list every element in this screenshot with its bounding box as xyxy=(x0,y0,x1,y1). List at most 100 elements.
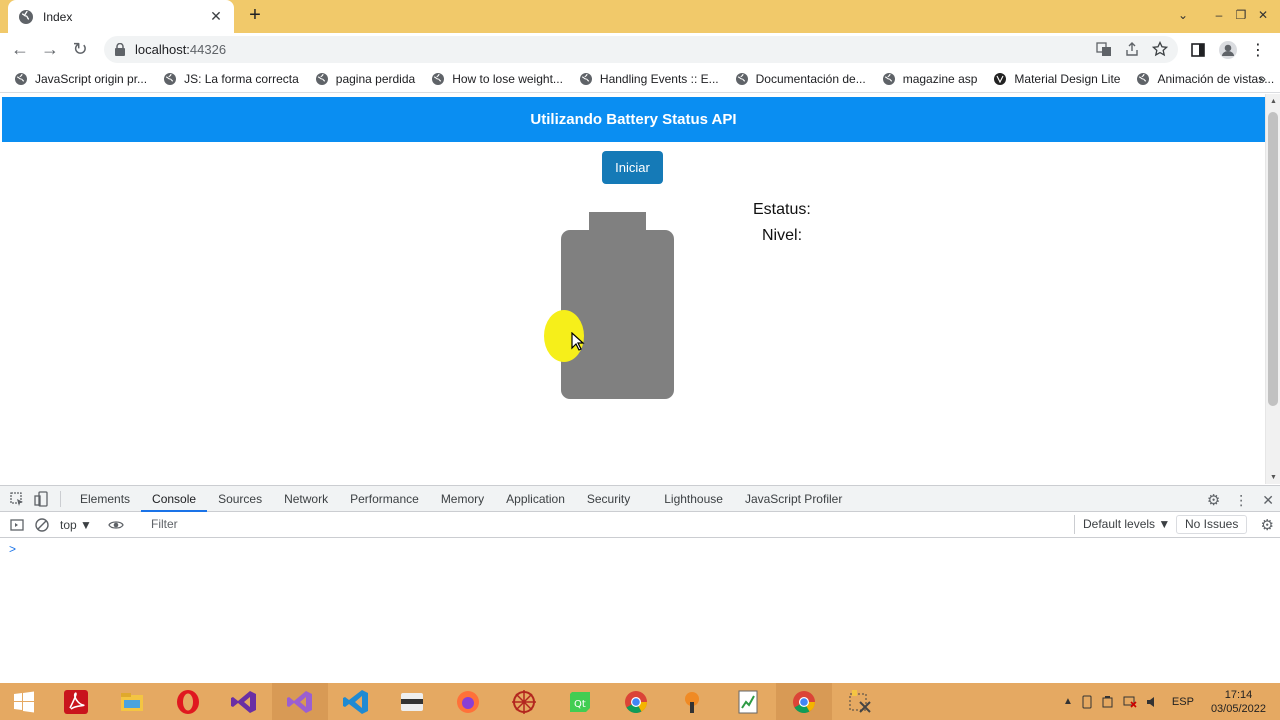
eye-icon[interactable] xyxy=(108,517,124,533)
visual-studio-preview-app-icon[interactable] xyxy=(272,683,328,720)
sidebar-toggle-icon[interactable] xyxy=(9,517,25,533)
console-toolbar: top ▼ Filter Default levels ▼ No Issues … xyxy=(0,512,1280,538)
bookmarks-overflow-icon[interactable]: » xyxy=(1259,71,1266,86)
tab-network[interactable]: Network xyxy=(273,486,339,512)
console-settings-icon[interactable]: ⚙ xyxy=(1261,516,1274,534)
qt-app-icon[interactable]: Qt xyxy=(552,683,608,720)
tab-strip: Index ✕ + ⌄ – ❐ ✕ xyxy=(0,0,1280,33)
tab-javascript-profiler[interactable]: JavaScript Profiler xyxy=(734,486,853,512)
window-close-icon[interactable]: ✕ xyxy=(1252,8,1274,22)
bookmark-item[interactable]: magazine asp xyxy=(882,71,978,86)
page-viewport: Utilizando Battery Status API Iniciar Es… xyxy=(0,94,1280,484)
system-tray: ▲ ESP 17:14 03/05/2022 xyxy=(1063,683,1280,720)
bookmark-item[interactable]: Material Design Lite xyxy=(993,72,1120,86)
issues-button[interactable]: No Issues xyxy=(1176,515,1248,534)
language-indicator[interactable]: ESP xyxy=(1172,696,1194,708)
scroll-up-icon[interactable]: ▲ xyxy=(1270,98,1277,105)
profile-avatar-icon[interactable] xyxy=(1218,40,1238,60)
tray-expand-icon[interactable]: ▲ xyxy=(1063,696,1073,707)
tab-lighthouse[interactable]: Lighthouse xyxy=(653,486,734,512)
chrome-active-app-icon[interactable] xyxy=(776,683,832,720)
terminal-app-icon[interactable] xyxy=(384,683,440,720)
console-prompt[interactable]: > xyxy=(9,542,16,556)
tab-performance[interactable]: Performance xyxy=(339,486,430,512)
chrome-app-icon[interactable] xyxy=(608,683,664,720)
start-button[interactable]: Iniciar xyxy=(602,151,663,184)
globe-icon xyxy=(19,9,33,24)
tab-search-chevron-icon[interactable]: ⌄ xyxy=(1172,8,1194,22)
bookmark-label: Documentación de... xyxy=(755,71,866,86)
bookmark-item[interactable]: Animación de vistas... xyxy=(1136,72,1274,86)
windows-start-icon[interactable] xyxy=(0,683,48,720)
tab-console[interactable]: Console xyxy=(141,486,208,512)
devtools-close-icon[interactable]: ✕ xyxy=(1262,492,1274,509)
tab-security[interactable]: Security xyxy=(576,486,641,512)
globe-icon xyxy=(15,72,27,85)
default-levels-dropdown[interactable]: Default levels ▼ xyxy=(1083,517,1170,531)
devtools-menu-icon[interactable]: ⋮ xyxy=(1234,492,1248,509)
windows-taskbar: Qt ▲ ESP 17:14 03/05/2022 xyxy=(0,683,1280,720)
address-bar[interactable]: localhost:44326 xyxy=(104,36,1178,63)
bookmark-label: Handling Events :: E... xyxy=(599,71,719,86)
bookmark-label: magazine asp xyxy=(902,71,978,86)
snipping-tool-app-icon[interactable] xyxy=(832,683,888,720)
bookmark-star-icon[interactable] xyxy=(1152,41,1168,57)
bookmark-label: How to lose weight... xyxy=(452,71,563,86)
level-label: Nivel: xyxy=(762,227,803,244)
forward-icon[interactable]: → xyxy=(36,35,64,63)
bookmark-item[interactable]: pagina perdida xyxy=(315,72,415,86)
notepad-plus-app-icon[interactable] xyxy=(720,683,776,720)
side-panel-icon[interactable] xyxy=(1190,42,1206,58)
browser-menu-icon[interactable]: ⋮ xyxy=(1250,40,1266,60)
clear-console-icon[interactable] xyxy=(34,517,50,533)
device-toolbar-icon[interactable] xyxy=(34,490,50,507)
bookmark-label: pagina perdida xyxy=(335,71,416,86)
page-scrollbar[interactable]: ▲ ▼ xyxy=(1265,94,1280,484)
opera-app-icon[interactable] xyxy=(160,683,216,720)
volume-tray-icon[interactable] xyxy=(1145,695,1159,709)
taskbar-clock[interactable]: 17:14 03/05/2022 xyxy=(1211,688,1266,716)
new-tab-icon[interactable]: + xyxy=(244,4,266,26)
bookmarks-bar: JavaScript origin pr... JS: La forma corr… xyxy=(0,65,1280,93)
battery-tray-icon[interactable] xyxy=(1101,695,1115,709)
scrollbar-thumb[interactable] xyxy=(1268,112,1278,406)
share-icon[interactable] xyxy=(1124,41,1140,57)
translate-icon[interactable] xyxy=(1096,41,1112,57)
console-filter-input[interactable]: Filter xyxy=(145,515,1075,534)
network-tray-icon[interactable] xyxy=(1122,695,1138,709)
acrobat-app-icon[interactable] xyxy=(48,683,104,720)
tab-application[interactable]: Application xyxy=(495,486,576,512)
bookmark-label: Material Design Lite xyxy=(1014,71,1121,86)
settings-gear-icon[interactable]: ⚙ xyxy=(1207,491,1220,509)
firefox-app-icon[interactable] xyxy=(440,683,496,720)
bookmark-item[interactable]: JavaScript origin pr... xyxy=(14,72,147,86)
bookmark-item[interactable]: JS: La forma correcta xyxy=(163,72,299,86)
bookmark-item[interactable]: Documentación de... xyxy=(735,72,866,86)
key-app-icon[interactable] xyxy=(664,683,720,720)
network-tool-app-icon[interactable] xyxy=(496,683,552,720)
vscode-app-icon[interactable] xyxy=(328,683,384,720)
mouse-cursor-icon xyxy=(571,332,585,351)
bookmark-item[interactable]: Handling Events :: E... xyxy=(579,72,719,86)
tab-close-icon[interactable]: ✕ xyxy=(208,8,224,25)
inspect-element-icon[interactable] xyxy=(9,491,25,507)
browser-tab[interactable]: Index ✕ xyxy=(8,0,234,33)
scroll-down-icon[interactable]: ▼ xyxy=(1270,474,1277,481)
tab-elements[interactable]: Elements xyxy=(69,486,141,512)
reload-icon[interactable]: ↻ xyxy=(66,35,94,63)
context-selector[interactable]: top ▼ xyxy=(60,518,92,532)
bookmark-item[interactable]: How to lose weight... xyxy=(431,72,563,86)
back-icon[interactable]: ← xyxy=(6,35,34,63)
bookmark-label: Animación de vistas... xyxy=(1157,71,1275,86)
restore-icon[interactable]: ❐ xyxy=(1230,8,1252,22)
tab-sources[interactable]: Sources xyxy=(207,486,273,512)
visual-studio-app-icon[interactable] xyxy=(216,683,272,720)
tablet-icon[interactable] xyxy=(1080,695,1094,709)
globe-icon xyxy=(432,72,445,85)
minimize-icon[interactable]: – xyxy=(1208,8,1230,22)
globe-icon xyxy=(315,72,328,85)
globe-icon xyxy=(579,72,592,85)
tab-memory[interactable]: Memory xyxy=(430,486,495,512)
status-label: Estatus: xyxy=(753,201,811,218)
file-explorer-app-icon[interactable] xyxy=(104,683,160,720)
